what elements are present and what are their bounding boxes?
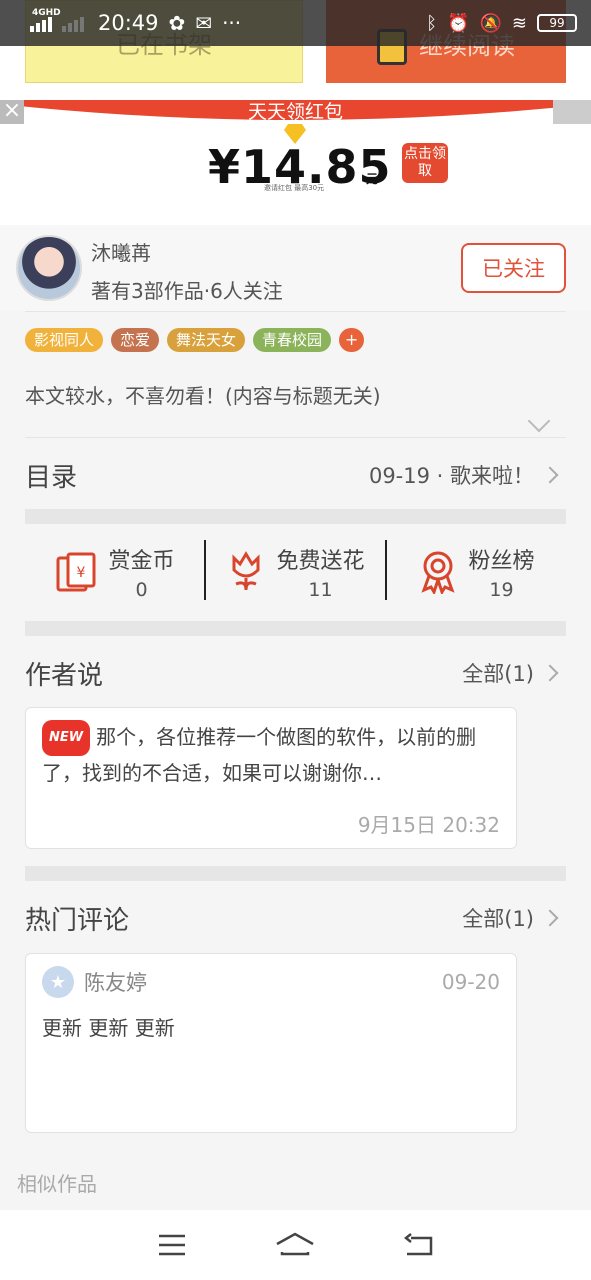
chevron-right-icon <box>541 466 559 484</box>
system-nav-bar <box>0 1210 591 1280</box>
section-separator <box>25 509 566 524</box>
author-note-text: NEW 那个，各位推荐一个做图的软件，以前的删了，找到的不合适，如果可以谢谢你… <box>42 720 500 790</box>
home-icon[interactable] <box>275 1225 315 1265</box>
pinwheel-icon: ✿ <box>168 11 186 35</box>
author-row[interactable]: 沐曦苒 著有3部作品·6人关注 已关注 <box>0 225 591 311</box>
author-says-header[interactable]: 作者说 全部(1) <box>25 653 566 693</box>
claim-button[interactable]: 点击领取 <box>402 143 448 183</box>
flower-icon <box>232 551 260 591</box>
avatar[interactable] <box>16 235 82 301</box>
new-badge: NEW <box>42 720 91 756</box>
network-type: 4GHD <box>32 8 61 18</box>
comment-date: 09-20 <box>441 970 500 994</box>
more-dots-icon: ··· <box>222 11 242 35</box>
mute-icon: 🔕 <box>479 12 502 34</box>
user-avatar-icon[interactable]: ★ <box>42 966 74 998</box>
status-time: 20:49 <box>98 11 159 35</box>
back-icon[interactable] <box>399 1225 439 1265</box>
menu-icon[interactable] <box>152 1225 192 1265</box>
banner-side-block <box>553 100 591 124</box>
latest-chapter: 09-19 · 歌来啦！ <box>368 464 534 488</box>
status-bar: 4GHD 20:49 ✿ ✉ ··· ᛒ ⏰ 🔕 ≋ 99 <box>0 0 591 46</box>
mail-icon: ✉ <box>195 11 213 35</box>
stat-label: 免费送花 <box>276 549 365 574</box>
close-icon[interactable]: × <box>0 100 24 124</box>
red-packet-banner[interactable]: 天天领红包 × ¥14.85 元 邀请红包 最高30元 点击领取 <box>0 100 591 225</box>
author-note-time: 9月15日 20:32 <box>357 813 500 837</box>
stat-label: 粉丝榜 <box>468 549 535 574</box>
stats-row: ¥ 赏金币 0 免费送花 11 粉丝榜 19 <box>25 540 566 604</box>
book-description: 本文较水，不喜勿看！(内容与标题无关) <box>25 384 381 408</box>
section-separator <box>25 866 566 881</box>
reward-envelope-icon: ¥ <box>56 552 96 592</box>
tag-item[interactable]: 影视同人 <box>25 328 104 352</box>
tag-list: 影视同人 恋爱 舞法天女 青春校园 + <box>25 328 365 352</box>
svg-text:¥: ¥ <box>77 565 86 581</box>
catalog-title: 目录 <box>25 462 78 493</box>
section-separator <box>25 621 566 636</box>
amount-unit: 元 <box>366 172 379 186</box>
hot-comments-title: 热门评论 <box>25 905 130 936</box>
medal-icon <box>421 551 456 594</box>
author-meta: 著有3部作品·6人关注 <box>91 279 283 303</box>
chevron-down-icon[interactable] <box>527 409 551 433</box>
fans-stat[interactable]: 粉丝榜 19 <box>387 540 566 604</box>
stat-value: 0 <box>135 579 148 601</box>
wifi-icon: ≋ <box>511 12 527 34</box>
battery-icon: 99 <box>537 14 577 32</box>
signal-2-icon <box>62 14 84 32</box>
tag-item[interactable]: 恋爱 <box>111 328 160 352</box>
flower-stat[interactable]: 免费送花 11 <box>206 540 385 604</box>
author-note-card[interactable]: NEW 那个，各位推荐一个做图的软件，以前的删了，找到的不合适，如果可以谢谢你… … <box>25 707 517 849</box>
similar-works-title: 相似作品 <box>17 1172 97 1196</box>
alarm-icon: ⏰ <box>447 12 470 34</box>
banner-title: 天天领红包 <box>247 101 343 123</box>
bluetooth-icon: ᛒ <box>426 12 438 34</box>
follow-button[interactable]: 已关注 <box>461 243 566 293</box>
author-says-title: 作者说 <box>25 660 104 691</box>
amount-note: 邀请红包 最高30元 <box>264 184 325 192</box>
comment-username[interactable]: 陈友婷 <box>84 967 147 997</box>
hot-comments-all: 全部(1) <box>462 907 534 931</box>
chevron-right-icon <box>541 664 559 682</box>
comment-body: 更新 更新 更新 <box>42 1016 175 1040</box>
catalog-row[interactable]: 目录 09-19 · 歌来啦！ <box>25 455 566 495</box>
tag-item[interactable]: 青春校园 <box>253 328 332 352</box>
add-tag-button[interactable]: + <box>339 328 365 352</box>
hot-comments-header[interactable]: 热门评论 全部(1) <box>25 898 566 938</box>
stat-label: 赏金币 <box>108 549 175 574</box>
reward-stat[interactable]: ¥ 赏金币 0 <box>25 540 204 604</box>
tag-item[interactable]: 舞法天女 <box>167 328 246 352</box>
divider <box>25 437 566 438</box>
stat-value: 11 <box>308 579 333 601</box>
stat-value: 19 <box>489 579 514 601</box>
chevron-right-icon <box>541 909 559 927</box>
comment-user: ★ 陈友婷 09-20 <box>42 966 500 998</box>
divider <box>25 311 566 312</box>
author-says-all: 全部(1) <box>462 662 534 686</box>
author-name: 沐曦苒 <box>91 241 151 265</box>
comment-card[interactable]: ★ 陈友婷 09-20 更新 更新 更新 <box>25 953 517 1133</box>
